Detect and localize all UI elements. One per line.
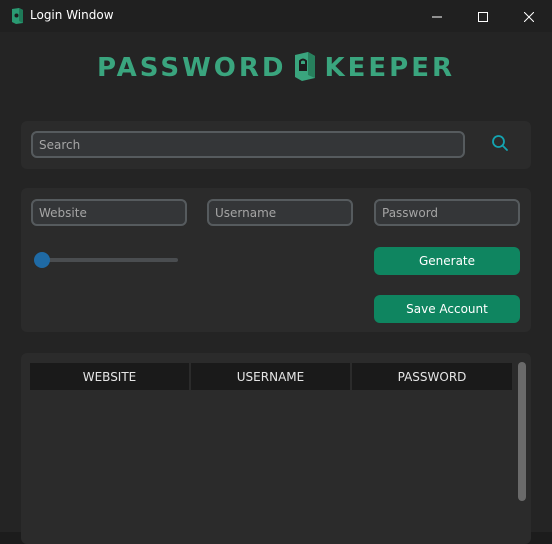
title-bar: Login Window [0,0,552,32]
main-window: PASSWORD KEEPER Generate Sav [0,32,552,544]
logo-word-right: KEEPER [324,53,455,83]
account-form-panel: Generate Save Account [21,188,531,332]
close-button[interactable] [506,0,552,32]
table-scrollbar[interactable] [518,362,526,501]
column-header-password[interactable]: PASSWORD [352,363,512,390]
search-panel [21,121,531,169]
accounts-table-panel: WEBSITE USERNAME PASSWORD [21,353,531,544]
generate-button[interactable]: Generate [374,247,520,275]
app-lock-icon [10,7,24,29]
logo-word-left: PASSWORD [97,53,287,83]
window-title: Login Window [30,8,114,22]
search-icon[interactable] [491,134,509,156]
password-input[interactable] [374,199,520,226]
table-header: WEBSITE USERNAME PASSWORD [30,363,512,390]
lock-logo-icon [292,50,318,86]
column-header-website[interactable]: WEBSITE [30,363,189,390]
search-input[interactable] [31,131,465,158]
app-logo: PASSWORD KEEPER [0,50,552,86]
password-length-slider[interactable] [37,258,178,262]
maximize-button[interactable] [460,0,506,32]
website-input[interactable] [31,199,187,226]
column-header-username[interactable]: USERNAME [191,363,350,390]
username-input[interactable] [207,199,353,226]
minimize-button[interactable] [414,0,460,32]
minimize-icon [432,7,442,26]
maximize-icon [478,7,488,26]
slider-knob[interactable] [34,252,50,268]
close-icon [523,7,535,26]
save-account-button[interactable]: Save Account [374,295,520,323]
